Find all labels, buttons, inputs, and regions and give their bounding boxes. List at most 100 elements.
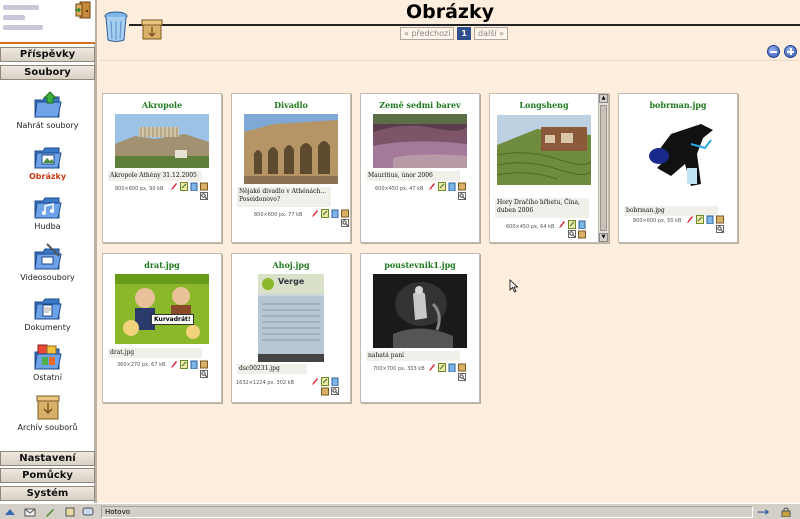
bobrman-silhouette-photo[interactable] <box>631 114 725 204</box>
prev-page-button[interactable]: « předchozí <box>400 27 455 40</box>
box-icon[interactable] <box>458 182 466 191</box>
edit-note-icon[interactable] <box>438 182 446 191</box>
next-page-button[interactable]: další » <box>474 27 509 40</box>
pencil-icon[interactable] <box>170 360 178 369</box>
sidebar-item-label: Nahrát soubory <box>16 121 79 130</box>
box-icon[interactable] <box>341 209 349 218</box>
box-icon[interactable] <box>200 182 208 191</box>
images-folder-icon <box>34 147 62 169</box>
current-page-button[interactable]: 1 <box>457 27 471 40</box>
address-book-icon[interactable] <box>64 507 76 517</box>
pencil-icon[interactable] <box>311 209 319 218</box>
edit-note-icon[interactable] <box>180 360 188 369</box>
nav-system[interactable]: Systém <box>0 486 95 501</box>
image-card-drat[interactable]: drat.jpg Kurvadrát! drat.jpg 360×270 px,… <box>102 253 222 403</box>
zoom-view-icon[interactable] <box>458 192 466 201</box>
trash-can-icon[interactable] <box>104 11 128 43</box>
hermit-engraving-photo[interactable] <box>373 274 467 348</box>
box-icon[interactable] <box>716 215 724 224</box>
nav-tools[interactable]: Pomůcky <box>0 468 95 483</box>
edit-note-icon[interactable] <box>568 220 576 229</box>
recycle-bin-icon[interactable] <box>448 363 456 372</box>
image-caption: Hory Dračího hřbetu, Čína, duben 2006 <box>495 198 589 218</box>
user-info-box <box>0 0 95 44</box>
pencil-icon[interactable] <box>311 377 319 386</box>
sidebar-item-video[interactable]: Videosoubory <box>0 242 95 290</box>
image-card-poustevnik1[interactable]: poustevnik1.jpg nahatá paní 700×700 px, … <box>360 253 480 403</box>
image-card-divadlo[interactable]: Divadlo Nějaké divadlo v Athénách... Pos… <box>231 93 351 243</box>
card-scrollbar[interactable]: ▲ ▼ <box>598 94 608 242</box>
image-card-akropole[interactable]: Akropole Akropole Athény 31.12.2005 800×… <box>102 93 222 243</box>
edit-note-icon[interactable] <box>696 215 704 224</box>
drat-cartoon-art <box>115 274 209 339</box>
box-icon[interactable] <box>578 230 586 239</box>
box-icon[interactable] <box>321 387 329 396</box>
image-caption: nahatá paní <box>366 351 460 361</box>
recycle-bin-icon[interactable] <box>331 377 339 386</box>
edit-note-icon[interactable] <box>438 363 446 372</box>
rice-terraces-photo[interactable] <box>497 114 591 186</box>
drat-cartoon-photo[interactable]: Kurvadrát! <box>115 274 209 344</box>
recycle-bin-icon[interactable] <box>706 215 714 224</box>
pencil-icon[interactable] <box>558 220 566 229</box>
colored-earth-photo[interactable] <box>373 114 467 168</box>
box-icon[interactable] <box>200 360 208 369</box>
edit-note-icon[interactable] <box>321 209 329 218</box>
image-title: bobrman.jpg <box>649 100 707 110</box>
composer-icon[interactable] <box>44 507 56 517</box>
edit-note-icon[interactable] <box>180 182 188 191</box>
image-title: poustevnik1.jpg <box>384 260 456 270</box>
sidebar-item-archive[interactable]: Archív souborů <box>0 392 95 440</box>
edit-note-icon[interactable] <box>321 377 329 386</box>
box-icon[interactable] <box>458 363 466 372</box>
navigator-icon[interactable] <box>4 507 16 517</box>
security-lock-icon[interactable] <box>780 507 792 517</box>
sidebar-item-upload[interactable]: Nahrát soubory <box>0 90 95 138</box>
recycle-bin-icon[interactable] <box>190 360 198 369</box>
scroll-up-arrow-icon[interactable]: ▲ <box>599 94 608 103</box>
scrollbar-thumb[interactable] <box>600 105 607 231</box>
recycle-bin-icon[interactable] <box>331 209 339 218</box>
pencil-icon[interactable] <box>686 215 694 224</box>
sidebar-item-label: Archív souborů <box>17 423 78 432</box>
image-card-ahoj[interactable]: Ahoj.jpg Verge dsc00231.jpg 1632×1224 px… <box>231 253 351 403</box>
image-caption: drat.jpg <box>108 348 202 358</box>
nav-files[interactable]: Soubory <box>0 65 95 80</box>
phone-screen-photo[interactable]: Verge <box>258 274 324 362</box>
sidebar-item-documents[interactable]: Dokumenty <box>0 292 95 340</box>
zoom-view-icon[interactable] <box>716 225 724 234</box>
pencil-icon[interactable] <box>428 363 436 372</box>
sidebar-item-label: Videosoubory <box>20 273 75 282</box>
zoom-out-button[interactable] <box>767 45 780 58</box>
pencil-icon[interactable] <box>428 182 436 191</box>
nav-settings[interactable]: Nastavení <box>0 451 95 466</box>
image-card-zeme-sedmi-barev[interactable]: Země sedmi barev Mauritius, únor 2006 60… <box>360 93 480 243</box>
image-card-longsheng[interactable]: Longsheng Hory Dračího hřbetu, Čína, dub… <box>489 93 609 243</box>
archive-box-icon <box>36 395 60 420</box>
zoom-view-icon[interactable] <box>200 192 208 201</box>
zoom-view-icon[interactable] <box>341 219 349 228</box>
zoom-view-icon[interactable] <box>458 373 466 382</box>
theater-photo[interactable] <box>244 114 338 184</box>
sidebar-item-other[interactable]: Ostatní <box>0 342 95 390</box>
recycle-bin-icon[interactable] <box>190 182 198 191</box>
archive-box-icon[interactable] <box>140 17 164 41</box>
zoom-view-icon[interactable] <box>331 387 339 396</box>
acropolis-photo[interactable] <box>115 114 209 168</box>
image-actions <box>428 182 472 202</box>
image-card-bobrman[interactable]: bobrman.jpg bobrman.jpg 800×600 px, 50 k… <box>618 93 738 243</box>
zoom-view-icon[interactable] <box>568 230 576 239</box>
mail-icon[interactable] <box>24 507 36 517</box>
nav-posts[interactable]: Příspěvky <box>0 47 95 62</box>
pencil-icon[interactable] <box>170 182 178 191</box>
image-actions <box>170 360 214 380</box>
sidebar-item-images[interactable]: Obrázky <box>0 141 95 189</box>
chat-icon[interactable] <box>82 507 94 517</box>
recycle-bin-icon[interactable] <box>448 182 456 191</box>
logout-door-icon[interactable] <box>74 1 92 19</box>
zoom-view-icon[interactable] <box>200 370 208 379</box>
sidebar-item-music[interactable]: Hudba <box>0 191 95 239</box>
scroll-down-arrow-icon[interactable]: ▼ <box>599 233 608 242</box>
zoom-in-button[interactable] <box>784 45 797 58</box>
recycle-bin-icon[interactable] <box>578 220 586 229</box>
